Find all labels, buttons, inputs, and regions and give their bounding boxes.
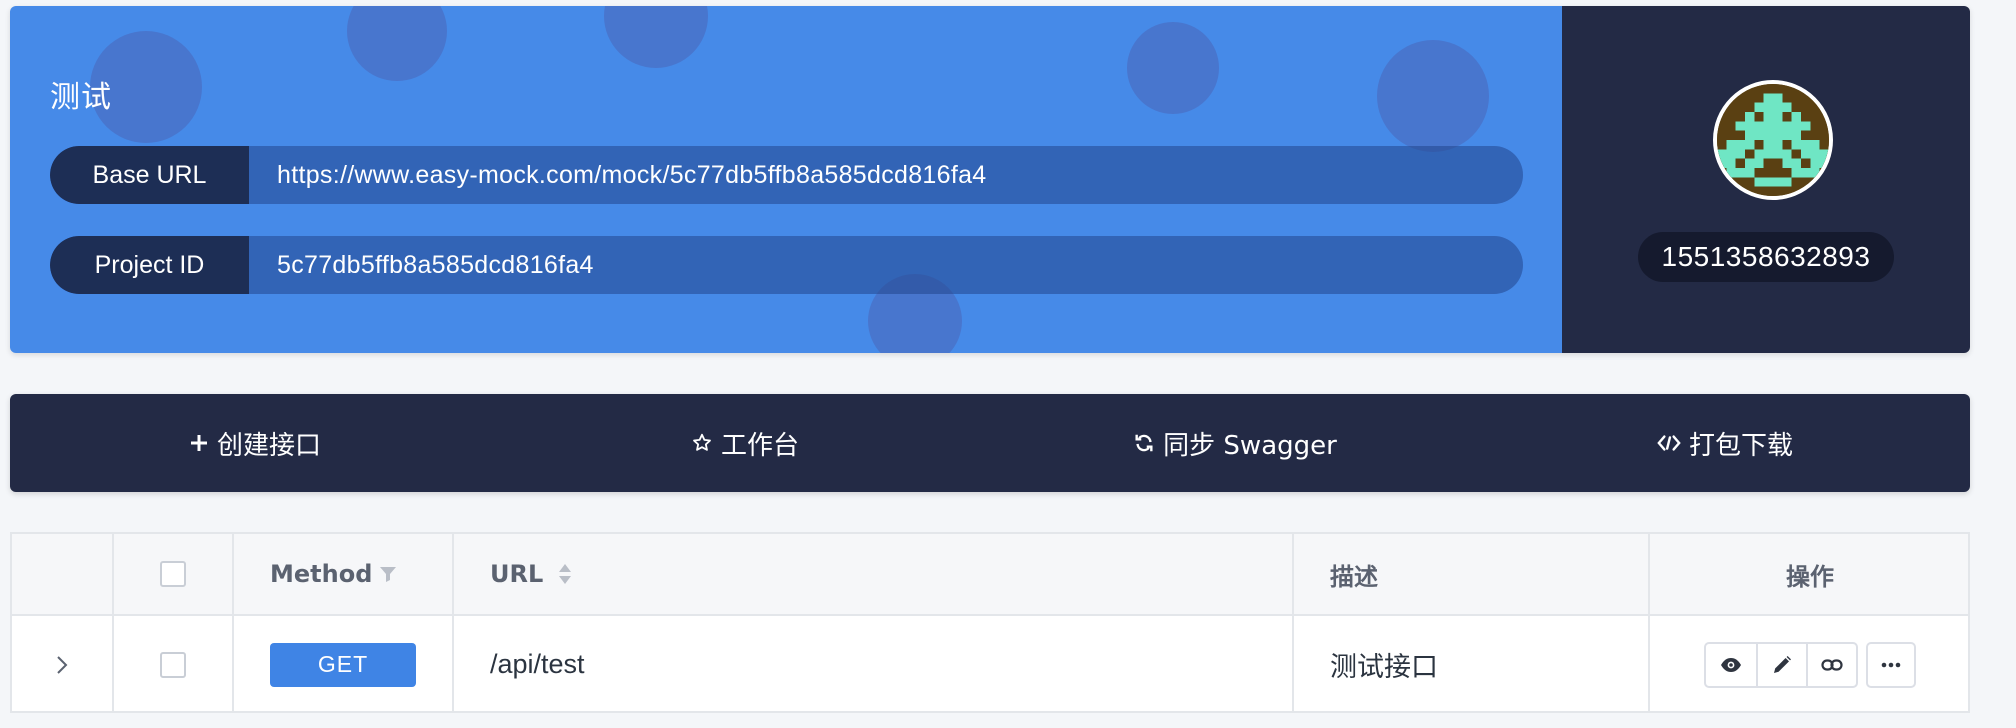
method-cell: GET	[234, 616, 454, 713]
package-download-label: 打包下载	[1688, 430, 1793, 461]
code-icon	[1657, 432, 1681, 454]
project-header-card: 测试 Base URL https://www.easy-mock.com/mo…	[10, 6, 1970, 353]
copy-link-button[interactable]	[1806, 643, 1856, 686]
api-url: /api/test	[490, 649, 585, 679]
user-id-badge: 1551358632893	[1638, 232, 1894, 282]
preview-button[interactable]	[1706, 644, 1756, 686]
project-id-value[interactable]: 5c77db5ffb8a585dcd816fa4	[249, 251, 594, 280]
actions-header-label: 操作	[1786, 562, 1834, 591]
pixel-invader-avatar-icon	[1717, 84, 1829, 196]
action-toolbar: 创建接口 工作台 同步 Swagger 打包下载	[10, 394, 1970, 492]
user-panel: 1551358632893	[1562, 6, 1970, 353]
row-select-cell	[114, 616, 234, 713]
star-icon	[691, 432, 713, 454]
project-id-row: Project ID 5c77db5ffb8a585dcd816fa4	[50, 236, 1523, 294]
sync-swagger-button[interactable]: 同步 Swagger	[990, 394, 1480, 492]
workbench-button[interactable]: 工作台	[500, 394, 990, 492]
expand-cell	[12, 616, 114, 713]
base-url-label: Base URL	[50, 146, 249, 204]
desc-header-label: 描述	[1330, 562, 1378, 591]
row-checkbox[interactable]	[160, 651, 186, 678]
url-cell: /api/test	[454, 616, 1294, 713]
table-row: GET /api/test 测试接口	[12, 616, 1968, 713]
refresh-icon	[1133, 432, 1155, 454]
actions-column-header: 操作	[1650, 534, 1970, 614]
select-all-checkbox[interactable]	[160, 561, 186, 587]
api-description: 测试接口	[1330, 652, 1438, 683]
select-all-cell	[114, 534, 234, 614]
base-url-value[interactable]: https://www.easy-mock.com/mock/5c77db5ff…	[249, 161, 986, 190]
decorative-bubble	[347, 6, 447, 81]
project-id-label: Project ID	[50, 236, 249, 294]
desc-cell: 测试接口	[1294, 616, 1650, 713]
desc-column-header: 描述	[1294, 534, 1650, 614]
method-header-label: Method	[270, 560, 373, 588]
decorative-bubble	[1127, 22, 1219, 114]
sort-icon[interactable]	[557, 562, 573, 586]
more-horizontal-icon	[1881, 662, 1901, 668]
eye-icon	[1720, 657, 1742, 673]
filter-icon[interactable]	[378, 564, 398, 584]
package-download-button[interactable]: 打包下载	[1480, 394, 1970, 492]
link-icon	[1821, 658, 1843, 672]
method-tag-get[interactable]: GET	[270, 642, 416, 687]
pencil-icon	[1772, 655, 1792, 675]
create-api-button[interactable]: 创建接口	[10, 394, 500, 492]
method-column-header: Method	[234, 534, 454, 614]
url-column-header: URL	[454, 534, 1294, 614]
decorative-bubble	[604, 6, 708, 68]
decorative-bubble	[1377, 40, 1489, 152]
project-title: 测试	[50, 80, 112, 115]
edit-button[interactable]	[1756, 643, 1806, 686]
url-header-label: URL	[490, 560, 544, 588]
api-table: Method URL 描述 操作 GET /api/test 测试接口	[10, 532, 1970, 713]
chevron-right-icon[interactable]	[54, 654, 70, 676]
avatar[interactable]	[1713, 80, 1833, 200]
sync-swagger-label: 同步 Swagger	[1163, 430, 1337, 461]
create-api-label: 创建接口	[216, 430, 321, 461]
base-url-row: Base URL https://www.easy-mock.com/mock/…	[50, 146, 1523, 204]
workbench-label: 工作台	[720, 430, 799, 461]
table-header: Method URL 描述 操作	[12, 534, 1968, 616]
more-actions-button[interactable]	[1866, 641, 1916, 688]
actions-cell	[1650, 616, 1970, 713]
project-info-panel: 测试 Base URL https://www.easy-mock.com/mo…	[10, 6, 1562, 353]
row-action-group	[1704, 641, 1858, 688]
plus-icon	[189, 433, 209, 453]
expand-column-header	[12, 534, 114, 614]
